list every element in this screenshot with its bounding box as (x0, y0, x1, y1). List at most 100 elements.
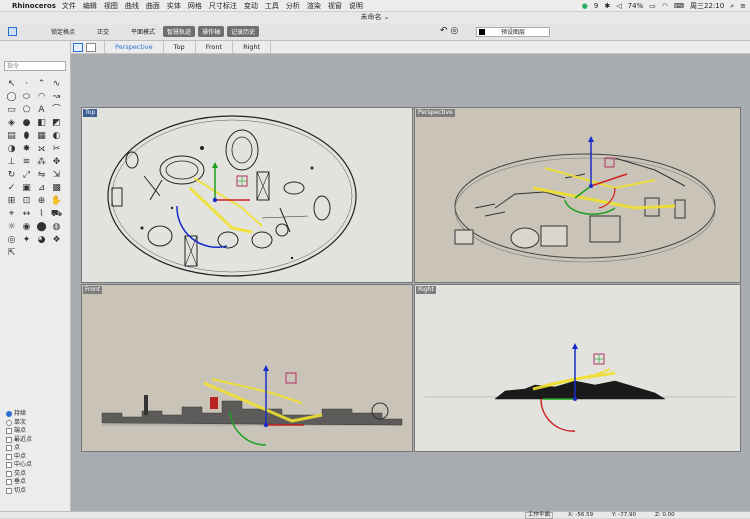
analyze-tool-icon[interactable]: ⌖ (4, 208, 19, 221)
menu-view[interactable]: 视图 (104, 1, 118, 11)
sun-tool-icon[interactable]: ◕ (34, 234, 49, 247)
tab-perspective[interactable]: Perspective (104, 40, 164, 54)
arc-tool-icon[interactable]: ◠ (34, 91, 49, 104)
snap-perp[interactable]: 垂点 (6, 478, 32, 487)
menu-list-icon[interactable]: ≡ (740, 2, 746, 10)
menu-file[interactable]: 文件 (62, 1, 76, 11)
persistent-option[interactable]: 持续 (6, 410, 32, 419)
keyboard-icon[interactable]: ⌨ (674, 2, 684, 10)
surface-tool-icon[interactable]: ◈ (4, 117, 19, 130)
expand-tool-icon[interactable]: ⇱ (4, 247, 19, 260)
four-viewport-icon[interactable] (73, 42, 83, 52)
app-menu[interactable]: Rhinoceros (12, 2, 56, 10)
material-tool-icon[interactable]: ◍ (49, 221, 64, 234)
camera-tool-icon[interactable]: ◉ (19, 221, 34, 234)
menu-transform[interactable]: 变动 (244, 1, 258, 11)
menu-render[interactable]: 渲染 (307, 1, 321, 11)
gumball-button[interactable]: 操作轴 (198, 26, 225, 37)
array-tool-icon[interactable]: ⁂ (34, 156, 49, 169)
once-option[interactable]: 单次 (6, 419, 32, 428)
mesh-tool-icon[interactable]: ▦ (34, 130, 49, 143)
offset-tool-icon[interactable]: ≋ (19, 156, 34, 169)
fillet-tool-icon[interactable]: ⌒ (49, 104, 64, 117)
polyline-tool-icon[interactable]: ⌃ (34, 78, 49, 91)
scale-tool-icon[interactable]: ⤢ (19, 169, 34, 182)
revolve-tool-icon[interactable]: ◐ (49, 130, 64, 143)
light-tool-icon[interactable]: ☼ (4, 221, 19, 234)
sidebar-toggle-icon[interactable] (8, 27, 17, 36)
menu-dimension[interactable]: 尺寸标注 (209, 1, 237, 11)
layer-selector[interactable]: 预设图层 (476, 27, 550, 37)
menu-solid[interactable]: 实体 (167, 1, 181, 11)
split-tool-icon[interactable]: ⊥ (4, 156, 19, 169)
car-tool-icon[interactable]: ⛟ (49, 208, 64, 221)
curve-tool-icon[interactable]: ∿ (49, 78, 64, 91)
loft-tool-icon[interactable]: ◩ (49, 117, 64, 130)
viewport-perspective[interactable]: Perspective (414, 107, 741, 283)
menu-tools[interactable]: 工具 (265, 1, 279, 11)
menu-panels[interactable]: 视窗 (328, 1, 342, 11)
view-tool-icon[interactable]: ⊡ (19, 195, 34, 208)
viewport-top[interactable]: Top (81, 107, 413, 283)
clock[interactable]: 周三22:10 (690, 1, 724, 11)
polygon-tool-icon[interactable]: ⬠ (19, 104, 34, 117)
volume-icon[interactable]: ◁ (616, 2, 621, 10)
menu-edit[interactable]: 编辑 (83, 1, 97, 11)
box-tool-icon[interactable]: ◧ (34, 117, 49, 130)
pan-tool-icon[interactable]: ✋ (49, 195, 64, 208)
rotate-tool-icon[interactable]: ↻ (4, 169, 19, 182)
tab-top[interactable]: Top (164, 40, 196, 54)
snap-button[interactable]: 锁定格点 (47, 26, 79, 37)
lightbulb-tool-icon[interactable]: ✦ (19, 234, 34, 247)
snap-mid[interactable]: 中点 (6, 453, 32, 462)
menu-help[interactable]: 说明 (349, 1, 363, 11)
move-tool-icon[interactable]: ✥ (49, 156, 64, 169)
snap-tangent[interactable]: 切点 (6, 487, 32, 496)
trim-tool-icon[interactable]: ✂ (49, 143, 64, 156)
dimension-tool-icon[interactable]: ⊿ (34, 182, 49, 195)
render-tool-icon[interactable]: ⬤ (34, 221, 49, 234)
mirror-tool-icon[interactable]: ⇋ (34, 169, 49, 182)
join-tool-icon[interactable]: ⟗ (34, 143, 49, 156)
point-tool-icon[interactable]: · (19, 78, 34, 91)
snap-near[interactable]: 最近点 (6, 436, 32, 445)
menu-analyze[interactable]: 分析 (286, 1, 300, 11)
menu-surface[interactable]: 曲面 (146, 1, 160, 11)
history-button[interactable]: 记录历史 (227, 26, 260, 37)
sphere-tool-icon[interactable]: ● (19, 117, 34, 130)
planar-button[interactable]: 平面模式 (127, 26, 159, 37)
curvature-tool-icon[interactable]: ⌇ (34, 208, 49, 221)
target-icon[interactable]: ◎ (450, 26, 458, 36)
viewport-front[interactable]: Front (81, 284, 413, 452)
explode-tool-icon[interactable]: ✸ (19, 143, 34, 156)
wechat-icon[interactable]: ● (582, 2, 588, 10)
viewport-right[interactable]: Right (414, 284, 741, 452)
snap-center[interactable]: 中心点 (6, 461, 32, 470)
ellipse-tool-icon[interactable]: ⬭ (19, 91, 34, 104)
zoom-tool-icon[interactable]: ⊕ (34, 195, 49, 208)
ortho-button[interactable]: 正交 (93, 26, 113, 37)
menu-mesh[interactable]: 网格 (188, 1, 202, 11)
search-icon[interactable]: ⌕ (730, 2, 734, 11)
circle-tool-icon[interactable]: ◯ (4, 91, 19, 104)
cylinder-tool-icon[interactable]: ⬮ (19, 130, 34, 143)
snap-intersection[interactable]: 交点 (6, 470, 32, 479)
check-tool-icon[interactable]: ✓ (4, 182, 19, 195)
undo-icon[interactable]: ↶ (440, 26, 448, 36)
hatch-tool-icon[interactable]: ▩ (49, 182, 64, 195)
wifi-icon[interactable]: ◠ (662, 2, 668, 10)
project-tool-icon[interactable]: ⇲ (49, 169, 64, 182)
command-input[interactable]: 指令 (4, 61, 66, 71)
snap-point[interactable]: 点 (6, 444, 32, 453)
boolean-tool-icon[interactable]: ◑ (4, 143, 19, 156)
tab-front[interactable]: Front (196, 40, 234, 54)
group-tool-icon[interactable]: ▣ (19, 182, 34, 195)
globe-tool-icon[interactable]: ◎ (4, 234, 19, 247)
freeform-tool-icon[interactable]: ↝ (49, 91, 64, 104)
tab-right[interactable]: Right (233, 40, 272, 54)
distance-tool-icon[interactable]: ↔ (19, 208, 34, 221)
select-tool-icon[interactable]: ↖ (4, 78, 19, 91)
bluetooth-icon[interactable]: ✱ (604, 2, 610, 10)
color-tool-icon[interactable]: ❖ (49, 234, 64, 247)
extrude-tool-icon[interactable]: ▤ (4, 130, 19, 143)
